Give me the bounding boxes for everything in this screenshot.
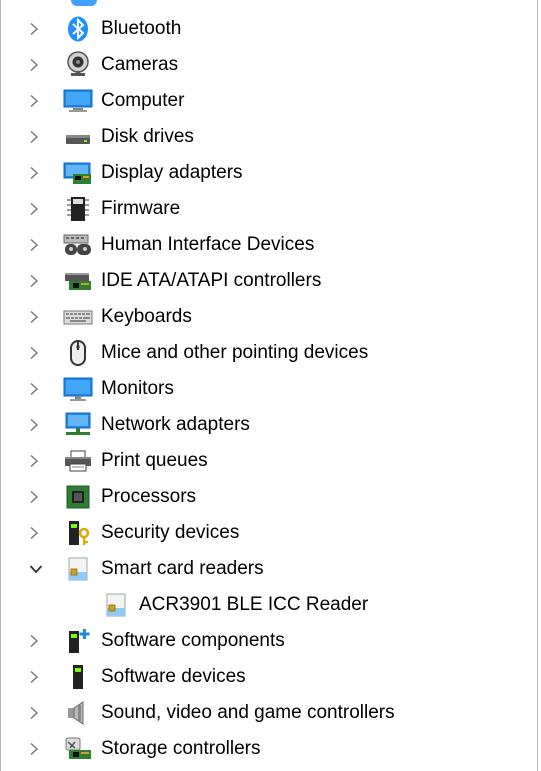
chevron-right-icon[interactable] — [29, 479, 63, 515]
tree-category-item[interactable]: IDE ATA/ATAPI controllers — [1, 263, 537, 299]
chevron-right-icon[interactable] — [29, 515, 63, 551]
tree-item-label: Disk drives — [101, 126, 194, 147]
monitor-icon — [63, 374, 93, 404]
speaker-icon — [63, 698, 93, 728]
software-component-icon — [63, 626, 93, 656]
firmware-chip-icon — [63, 194, 93, 224]
tree-item-label: Sound, video and game controllers — [101, 702, 395, 723]
tree-item-label: Cameras — [101, 54, 179, 75]
tree-category-item[interactable]: Keyboards — [1, 299, 537, 335]
tree-item-label: Bluetooth — [101, 18, 182, 39]
tree-item-label: Human Interface Devices — [101, 234, 315, 255]
tree-category-item[interactable]: Software devices — [1, 659, 537, 695]
security-device-icon — [63, 518, 93, 548]
tree-category-item[interactable]: Monitors — [1, 371, 537, 407]
tree-category-item[interactable]: Smart card readers — [1, 551, 537, 587]
bluetooth-icon — [63, 14, 93, 44]
disk-drive-icon — [63, 122, 93, 152]
tree-item-label: IDE ATA/ATAPI controllers — [101, 270, 322, 291]
chevron-right-icon[interactable] — [29, 335, 63, 371]
tree-category-item[interactable]: Security devices — [1, 515, 537, 551]
tree-category-item[interactable]: Computer — [1, 83, 537, 119]
partial-top-icon — [71, 0, 97, 6]
tree-category-item[interactable]: Display adapters — [1, 155, 537, 191]
tree-item-label: Security devices — [101, 522, 240, 543]
chevron-right-icon[interactable] — [29, 371, 63, 407]
chevron-right-icon[interactable] — [29, 11, 63, 47]
chevron-right-icon[interactable] — [29, 83, 63, 119]
chevron-right-icon[interactable] — [29, 299, 63, 335]
tree-item-label: ACR3901 BLE ICC Reader — [139, 594, 369, 615]
tree-item-label: Smart card readers — [101, 558, 264, 579]
chevron-right-icon[interactable] — [29, 443, 63, 479]
tree-item-label: Mice and other pointing devices — [101, 342, 369, 363]
computer-icon — [63, 86, 93, 116]
chevron-right-icon[interactable] — [29, 407, 63, 443]
tree-category-item[interactable]: Software components — [1, 623, 537, 659]
tree-category-item[interactable]: Network adapters — [1, 407, 537, 443]
network-adapter-icon — [63, 410, 93, 440]
tree-item-label: Computer — [101, 90, 185, 111]
tree-item-label: Keyboards — [101, 306, 192, 327]
device-tree: Bluetooth Cameras Computer Disk drives Displ… — [1, 11, 537, 767]
mouse-icon — [63, 338, 93, 368]
chevron-right-icon[interactable] — [29, 47, 63, 83]
printer-icon — [63, 446, 93, 476]
tree-item-label: Monitors — [101, 378, 174, 399]
tree-category-item[interactable]: Sound, video and game controllers — [1, 695, 537, 731]
display-adapter-icon — [63, 158, 93, 188]
tree-category-item[interactable]: Processors — [1, 479, 537, 515]
tree-category-item[interactable]: Firmware — [1, 191, 537, 227]
tree-category-item[interactable]: Print queues — [1, 443, 537, 479]
tree-category-item[interactable]: Cameras — [1, 47, 537, 83]
device-tree-pane: Bluetooth Cameras Computer Disk drives Displ… — [0, 0, 538, 771]
tree-category-item[interactable]: Disk drives — [1, 119, 537, 155]
tree-item-label: Storage controllers — [101, 738, 261, 759]
chevron-right-icon[interactable] — [29, 155, 63, 191]
chevron-right-icon[interactable] — [29, 191, 63, 227]
camera-icon — [63, 50, 93, 80]
tree-item-label: Software components — [101, 630, 285, 651]
processor-icon — [63, 482, 93, 512]
tree-item-label: Print queues — [101, 450, 208, 471]
tree-item-label: Display adapters — [101, 162, 243, 183]
tree-category-item[interactable]: Human Interface Devices — [1, 227, 537, 263]
tree-item-label: Firmware — [101, 198, 181, 219]
software-device-icon — [63, 662, 93, 692]
tree-item-label: Network adapters — [101, 414, 250, 435]
keyboard-icon — [63, 302, 93, 332]
chevron-right-icon[interactable] — [29, 227, 63, 263]
chevron-right-icon[interactable] — [29, 695, 63, 731]
hid-icon — [63, 230, 93, 260]
smart-card-reader-icon — [63, 554, 93, 584]
chevron-right-icon[interactable] — [29, 119, 63, 155]
chevron-right-icon[interactable] — [29, 659, 63, 695]
tree-category-item[interactable]: Mice and other pointing devices — [1, 335, 537, 371]
tree-item-label: Processors — [101, 486, 197, 507]
smart-card-reader-icon — [101, 590, 131, 620]
tree-child-item[interactable]: ACR3901 BLE ICC Reader — [1, 587, 537, 623]
chevron-right-icon[interactable] — [29, 623, 63, 659]
tree-category-item[interactable]: Bluetooth — [1, 11, 537, 47]
chevron-right-icon[interactable] — [29, 263, 63, 299]
storage-controller-icon — [63, 734, 93, 764]
ide-controller-icon — [63, 266, 93, 296]
chevron-down-icon[interactable] — [29, 551, 63, 587]
chevron-right-icon[interactable] — [29, 731, 63, 767]
tree-category-item[interactable]: Storage controllers — [1, 731, 537, 767]
tree-item-label: Software devices — [101, 666, 246, 687]
